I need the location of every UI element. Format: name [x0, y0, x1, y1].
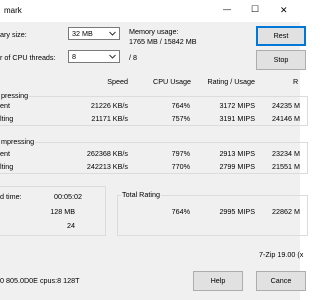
- restart-button-label: Rest: [273, 31, 289, 40]
- total-cpu-usage: 764%: [171, 207, 190, 216]
- decompressing-resulting-rating-usage: 2799 MIPS: [219, 162, 255, 171]
- compressing-title: pressing: [0, 91, 30, 100]
- total-rating-usage: 2995 MIPS: [219, 207, 255, 216]
- header-speed: Speed: [107, 77, 128, 86]
- maximize-button[interactable]: ☐: [241, 0, 271, 22]
- decompressing-current-rating-usage: 2913 MIPS: [219, 149, 255, 158]
- window-title: mark: [4, 6, 22, 15]
- decompressing-resulting-cpu: 770%: [171, 162, 190, 171]
- header-rating: R: [293, 77, 299, 86]
- maximize-icon: ☐: [251, 4, 260, 14]
- help-button-label: Help: [210, 276, 226, 285]
- cpu-threads-total: / 8: [129, 53, 137, 62]
- compressing-resulting-rating: 24146 M: [272, 114, 300, 123]
- chevron-down-icon: [109, 31, 116, 36]
- dictionary-size-value: 32 MB: [72, 29, 93, 38]
- decompressing-resulting-label: lting: [0, 162, 14, 171]
- total-rating-value: 22862 M: [272, 207, 300, 216]
- close-icon: ✕: [280, 5, 288, 15]
- cpu-info-label: 0 805.0D0E cpus:8 128T: [0, 276, 80, 285]
- memory-usage-value: 1765 MB / 15842 MB: [129, 37, 197, 46]
- compressing-current-rating: 24235 M: [272, 101, 300, 110]
- decompressing-title: mpressing: [0, 137, 36, 146]
- compressing-resulting-speed: 21171 KB/s: [91, 114, 128, 123]
- header-cpu-usage: CPU Usage: [153, 77, 191, 86]
- compressing-current-cpu: 764%: [171, 101, 190, 110]
- close-button[interactable]: ✕: [270, 0, 300, 22]
- version-label: 7-Zip 19.00 (x: [259, 250, 304, 259]
- size-value: 128 MB: [50, 207, 75, 216]
- decompressing-current-cpu: 797%: [171, 149, 190, 158]
- cancel-button-label: Cance: [270, 276, 292, 285]
- total-rating-title: Total Rating: [121, 190, 161, 199]
- restart-button[interactable]: Rest: [256, 26, 306, 46]
- compressing-current-label: ent: [0, 101, 10, 110]
- cpu-threads-select[interactable]: 8: [68, 50, 120, 63]
- compressing-current-speed: 21226 KB/s: [90, 101, 128, 110]
- chevron-down-icon: [109, 54, 116, 59]
- dictionary-size-select[interactable]: 32 MB: [68, 27, 120, 40]
- passes-value: 24: [67, 221, 75, 230]
- minimize-button[interactable]: —: [212, 0, 242, 22]
- compressing-resulting-cpu: 757%: [171, 114, 190, 123]
- minimize-icon: —: [223, 5, 231, 14]
- decompressing-resulting-rating: 21551 M: [272, 162, 300, 171]
- help-button[interactable]: Help: [193, 271, 243, 291]
- dictionary-size-label: ary size:: [0, 30, 27, 39]
- compressing-current-rating-usage: 3172 MIPS: [219, 101, 255, 110]
- stop-button-label: Stop: [273, 55, 289, 64]
- cpu-threads-value: 8: [72, 52, 76, 61]
- header-rating-usage: Rating / Usage: [207, 77, 255, 86]
- memory-usage-label: Memory usage:: [129, 27, 179, 36]
- decompressing-current-speed: 262368 KB/s: [86, 149, 128, 158]
- compressing-resulting-rating-usage: 3191 MIPS: [219, 114, 255, 123]
- title-bar: mark — ☐ ✕: [0, 0, 300, 22]
- decompressing-resulting-speed: 242213 KB/s: [86, 162, 128, 171]
- stop-button[interactable]: Stop: [256, 50, 306, 70]
- decompressing-current-label: ent: [0, 149, 10, 158]
- elapsed-time-value: 00:05:02: [54, 192, 82, 201]
- decompressing-current-rating: 23234 M: [272, 149, 300, 158]
- compressing-resulting-label: lting: [0, 114, 14, 123]
- cpu-threads-label: r of CPU threads:: [0, 53, 56, 62]
- cancel-button[interactable]: Cance: [256, 271, 306, 291]
- elapsed-time-label: d time:: [0, 192, 22, 201]
